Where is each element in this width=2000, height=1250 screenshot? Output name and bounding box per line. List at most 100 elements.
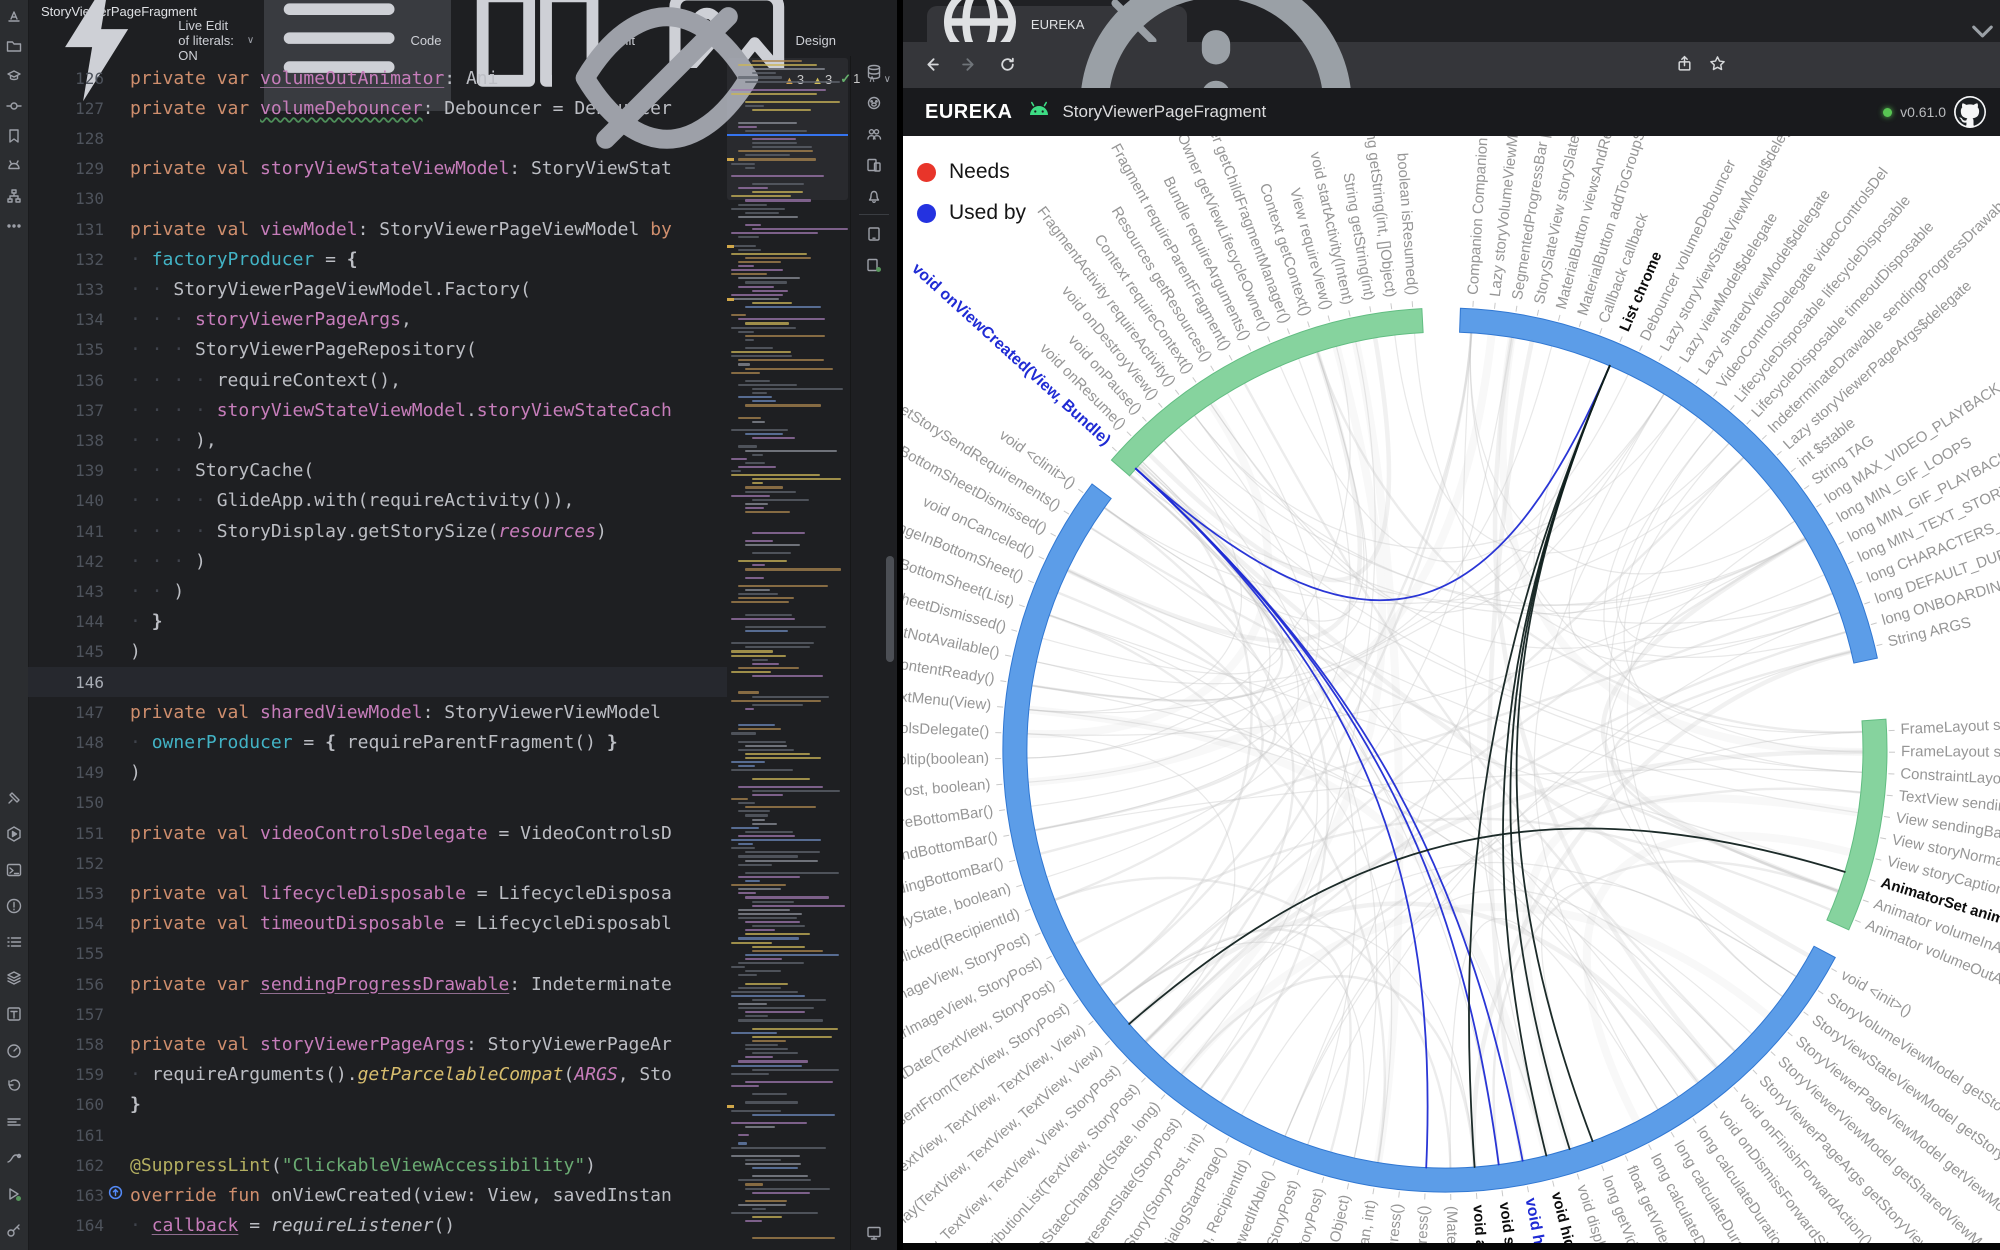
database-icon[interactable] <box>866 64 882 80</box>
chord-label[interactable]: Companion Companion <box>1465 137 1492 295</box>
minimap-bar <box>745 367 834 370</box>
device-mirror-icon[interactable] <box>866 157 882 173</box>
code-line[interactable]: 157 <box>28 999 727 1029</box>
minimap-bar <box>752 949 824 952</box>
run-green-icon[interactable] <box>6 1186 22 1202</box>
minimap-bar <box>752 945 806 948</box>
code-line[interactable]: 156 private var sendingProgressDrawable: … <box>28 969 727 999</box>
code-line[interactable]: 131 private val viewModel: StoryViewerPag… <box>28 214 727 244</box>
code-line[interactable]: 133 · · StoryViewerPageViewModel.Factory( <box>28 274 727 304</box>
code-line[interactable]: 143 · · ) <box>28 576 727 606</box>
code-line[interactable]: 162 @SuppressLint("ClickableViewAccessibi… <box>28 1150 727 1180</box>
gauge-icon[interactable] <box>6 1042 22 1058</box>
code-line[interactable]: 139 · · · StoryCache( <box>28 456 727 486</box>
code-line[interactable]: 138 · · · ), <box>28 425 727 455</box>
label-tick <box>1880 837 1887 840</box>
pig-icon[interactable] <box>866 95 882 111</box>
code-line[interactable]: 150 <box>28 788 727 818</box>
ide-left-toolstrip[interactable] <box>0 0 29 1250</box>
label-tick <box>1005 654 1012 657</box>
label-tick <box>1886 794 1893 797</box>
todo-list-icon[interactable] <box>6 934 22 950</box>
chord-label[interactable]: eoControlsDelegate() <box>903 718 990 740</box>
minimap-bar <box>731 941 772 944</box>
code-line[interactable]: 140 · · · · GlideApp.with(requireActivity… <box>28 486 727 516</box>
minimap-bar <box>731 1212 818 1215</box>
chord-label[interactable]: boolean isResumed() <box>1393 152 1420 295</box>
editor-minimap[interactable] <box>727 56 848 1250</box>
minimap-bar <box>745 461 766 464</box>
grad-cap-icon[interactable] <box>6 68 22 84</box>
screen-share-icon[interactable] <box>866 1224 882 1240</box>
run-hex-icon[interactable] <box>6 826 22 842</box>
chord-label[interactable]: ar(StoryPost, boolean) <box>903 776 991 804</box>
code-line[interactable]: 161 <box>28 1120 727 1150</box>
layers-icon[interactable] <box>6 970 22 986</box>
minimap-bar <box>745 502 769 505</box>
code-line[interactable]: 164 · callback = requireListener() <box>28 1211 727 1241</box>
minimap-bar <box>745 1044 778 1047</box>
error-circle-icon[interactable] <box>6 898 22 914</box>
key-icon[interactable] <box>6 1222 22 1238</box>
code-line[interactable]: 142 · · · ) <box>28 546 727 576</box>
align-lines-icon[interactable] <box>6 1114 22 1130</box>
code-line[interactable]: 148 · ownerProducer = { requireParentFrag… <box>28 727 727 757</box>
code-line[interactable]: 163 override fun onViewCreated(view: View… <box>28 1180 727 1210</box>
terminal-icon[interactable] <box>6 862 22 878</box>
code-line[interactable]: 153 private val lifecycleDisposable = Lif… <box>28 878 727 908</box>
structure-icon[interactable] <box>6 188 22 204</box>
code-line[interactable]: 141 · · · · StoryDisplay.getStorySize(res… <box>28 516 727 546</box>
code-line[interactable]: 149) <box>28 758 727 788</box>
editor-scrollbar[interactable] <box>886 556 894 662</box>
github-icon[interactable] <box>1954 96 1986 128</box>
code-editor[interactable]: 126 private var volumeOutAnimator: Ani 127… <box>28 6 897 1250</box>
code-line[interactable]: 145) <box>28 637 727 667</box>
line-number: 147 <box>75 702 104 722</box>
reload-button[interactable] <box>999 56 1016 73</box>
bell-icon[interactable] <box>866 188 882 204</box>
chord-label[interactable]: ConstraintLayout sto <box>1900 765 2000 789</box>
more-dots-icon[interactable] <box>6 218 22 234</box>
android-head-icon[interactable] <box>6 158 22 174</box>
chord-label[interactable]: FrameLayout storyC <box>1901 743 2000 761</box>
code-line[interactable]: 159 · requireArguments().getParcelableCom… <box>28 1060 727 1090</box>
code-line[interactable]: 135 · · · StoryViewerPageRepository( <box>28 335 727 365</box>
tablet-icon[interactable] <box>866 226 882 242</box>
back-button[interactable] <box>923 56 940 73</box>
code-line[interactable]: 137 · · · · storyViewStateViewModel.story… <box>28 395 727 425</box>
bookmark-icon[interactable] <box>6 128 22 144</box>
chord-label[interactable]: reContextMenu(View) <box>903 683 992 714</box>
code-line[interactable]: 152 <box>28 848 727 878</box>
minimap-bar <box>745 757 821 760</box>
chord-label[interactable]: eviewTooltip(boolean) <box>903 750 989 770</box>
code-line[interactable]: 154 private val timeoutDisposable = Lifec… <box>28 909 727 939</box>
code-line[interactable]: 136 · · · · requireContext(), <box>28 365 727 395</box>
commit-icon[interactable] <box>6 98 22 114</box>
minimap-bar <box>738 908 791 911</box>
cast-green-icon[interactable] <box>866 257 882 273</box>
chord-diagram[interactable]: void onViewCreated(View, Bundle) void onR… <box>903 136 2000 1250</box>
code-line[interactable]: 155 <box>28 939 727 969</box>
code-line[interactable]: 147 private val sharedViewModel: StoryVie… <box>28 697 727 727</box>
line-number: 144 <box>75 612 104 632</box>
hammer-icon[interactable] <box>6 790 22 806</box>
code-line[interactable]: 144 · } <box>28 607 727 637</box>
forward-button[interactable] <box>961 56 978 73</box>
template-t-icon[interactable] <box>6 1006 22 1022</box>
line-number: 153 <box>75 883 104 903</box>
people-icon[interactable] <box>866 126 882 142</box>
code-line[interactable]: 160} <box>28 1090 727 1120</box>
code-line[interactable]: 151 private val videoControlsDelegate = V… <box>28 818 727 848</box>
chord-label[interactable]: FrameLayout storyC <box>1900 715 2000 738</box>
code-line[interactable]: 158 private val storyViewerPageArgs: Stor… <box>28 1029 727 1059</box>
profiler-icon[interactable] <box>6 1150 22 1166</box>
code-line[interactable]: 132 · factoryProducer = { <box>28 244 727 274</box>
folder-icon[interactable] <box>6 38 22 54</box>
share-icon[interactable] <box>1676 55 1693 72</box>
code-line[interactable]: 146 <box>28 667 727 698</box>
history-icon[interactable] <box>6 1078 22 1094</box>
line-number: 146 <box>75 672 104 692</box>
as-logo-icon[interactable] <box>6 8 22 24</box>
code-line[interactable]: 134 · · · storyViewerPageArgs, <box>28 305 727 335</box>
bookmark-star-icon[interactable] <box>1709 55 1726 72</box>
